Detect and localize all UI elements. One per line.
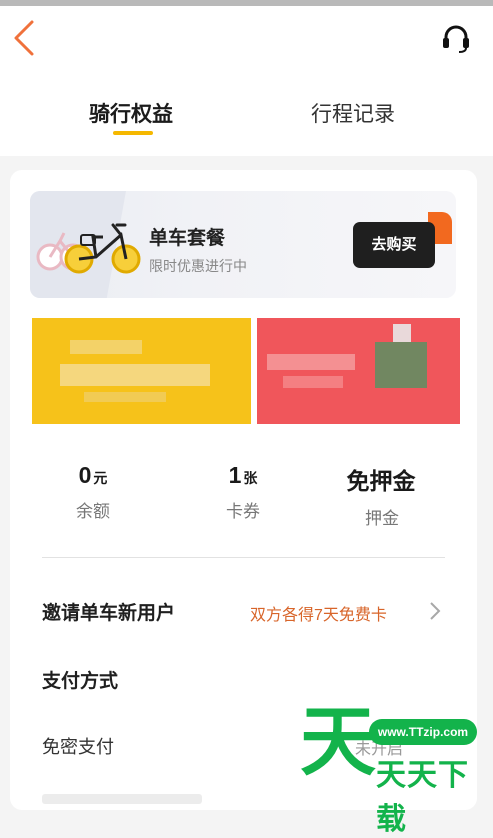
watermark-text: 天天下载 xyxy=(376,759,469,836)
stat-deposit[interactable]: 免押金 押金 xyxy=(322,462,442,529)
back-arrow-icon[interactable] xyxy=(8,18,42,58)
tab-bar: 骑行权益 行程记录 xyxy=(0,68,493,156)
invite-label[interactable]: 邀请单车新用户 xyxy=(42,598,175,625)
stat-balance-unit: 元 xyxy=(93,470,108,486)
stat-balance-value: 0 xyxy=(78,462,92,488)
stat-balance-label: 余额 xyxy=(76,502,110,521)
stat-coupons-value: 1 xyxy=(228,462,242,488)
tab-ride-benefits[interactable]: 骑行权益 xyxy=(89,98,173,128)
promo-banner-left[interactable] xyxy=(32,318,251,424)
watermark-glyph: 天 xyxy=(300,697,376,786)
stat-coupons-label: 卡券 xyxy=(226,502,260,521)
no-password-pay-label[interactable]: 免密支付 xyxy=(42,733,114,759)
stat-deposit-label: 押金 xyxy=(365,509,399,528)
bike-package-promo[interactable]: 单车套餐 限时优惠进行中 去购买 xyxy=(30,191,456,298)
bike-icon xyxy=(36,223,141,274)
cutoff-row xyxy=(42,794,202,804)
headset-icon[interactable] xyxy=(440,24,472,54)
invite-reward[interactable]: 双方各得7天免费卡 xyxy=(250,601,387,625)
stat-balance[interactable]: 0元 余额 xyxy=(33,462,153,522)
active-tab-indicator xyxy=(113,131,153,135)
header xyxy=(0,6,493,68)
buy-button[interactable]: 去购买 xyxy=(353,222,435,268)
stat-coupons-unit: 张 xyxy=(243,470,258,486)
stat-deposit-value: 免押金 xyxy=(346,468,416,494)
promo-subtitle: 限时优惠进行中 xyxy=(149,258,247,274)
site-watermark: 天 www.TTzip.com 天天下载 xyxy=(296,697,493,836)
chevron-right-icon[interactable] xyxy=(428,600,442,622)
tab-trip-records[interactable]: 行程记录 xyxy=(311,98,395,128)
payment-title: 支付方式 xyxy=(42,671,119,692)
promo-title: 单车套餐 xyxy=(149,228,226,249)
promo-banner-right[interactable] xyxy=(257,318,460,424)
stat-coupons[interactable]: 1张 卡券 xyxy=(183,462,303,522)
watermark-url: www.TTzip.com xyxy=(369,719,477,745)
section-divider xyxy=(42,557,445,558)
